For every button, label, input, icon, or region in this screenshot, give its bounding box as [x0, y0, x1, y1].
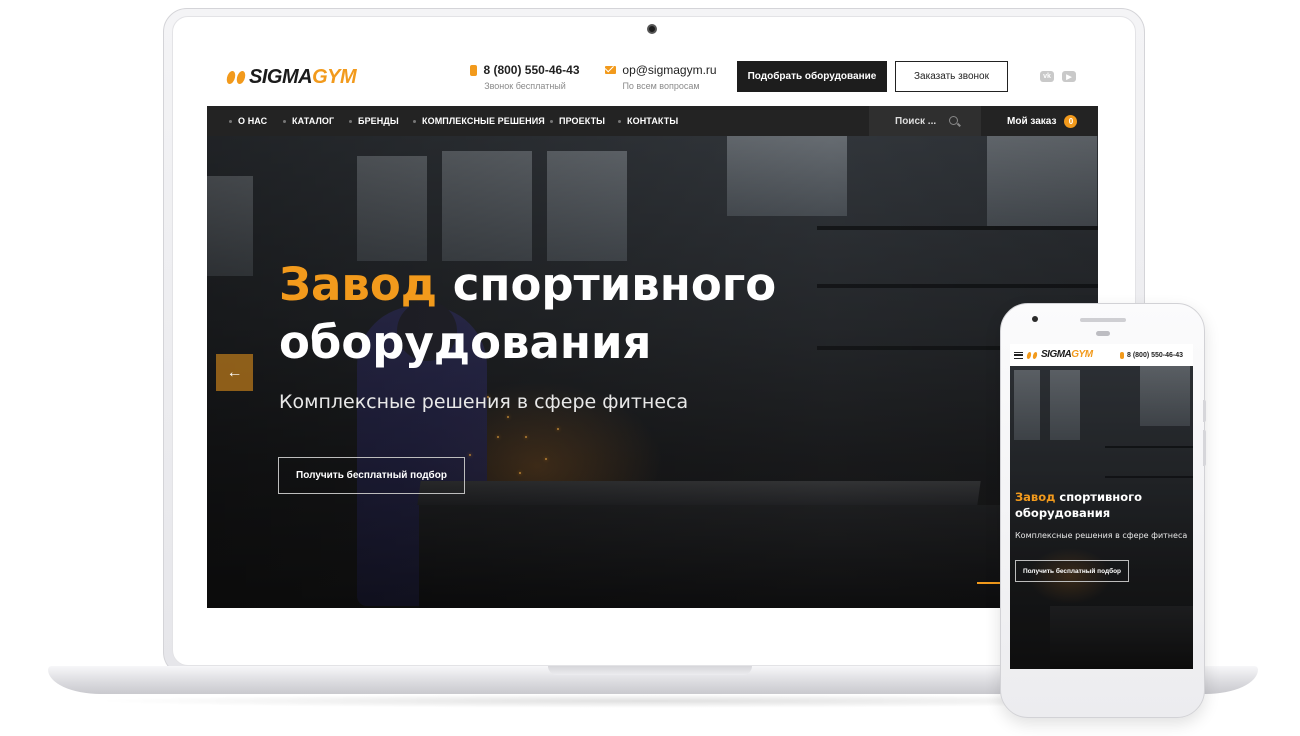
bullet-icon [283, 119, 286, 123]
request-call-button[interactable]: Заказать звонок [895, 61, 1008, 92]
my-order-label: Мой заказ [1007, 115, 1057, 127]
header-phone: 8 (800) 550-46-43 Звонок бесплатный [463, 63, 587, 91]
search-input[interactable]: Поиск ... [869, 106, 981, 136]
header-email-address[interactable]: op@sigmagym.ru [622, 63, 716, 77]
mobile-logo[interactable]: SIGMAGYM [1026, 349, 1093, 360]
nav-item-label: О НАС [238, 116, 268, 126]
hero-subtitle: Комплексные решения в сфере фитнеса [279, 391, 689, 413]
logo-text-gym: GYM [312, 66, 357, 88]
search-icon[interactable] [949, 116, 958, 125]
hero-title-line2: оборудования [279, 316, 652, 369]
mobile-website: SIGMAGYM 8 (800) 550-46-43 Завод спортив… [1010, 344, 1193, 669]
pick-equipment-button[interactable]: Подобрать оборудование [737, 61, 887, 92]
bullet-icon [349, 119, 352, 123]
main-nav: О НАС КАТАЛОГ БРЕНДЫ КОМПЛЕКСНЫЕ РЕШЕНИЯ… [207, 106, 1098, 136]
bullet-icon [229, 119, 232, 123]
nav-item-catalog[interactable]: КАТАЛОГ [283, 106, 334, 136]
vk-icon[interactable]: vk [1040, 71, 1054, 82]
header-phone-caption: Звонок бесплатный [484, 81, 566, 91]
hero-banner: ← Завод спортивного оборудования Комплек… [207, 136, 1098, 608]
mobile-hero: Завод спортивного оборудования Комплексн… [1010, 366, 1193, 669]
phone-sensor [1096, 331, 1110, 336]
mobile-free-selection-button[interactable]: Получить бесплатный подбор [1015, 560, 1129, 582]
slider-prev-button[interactable]: ← [216, 354, 253, 391]
logo-text-sigma: SIGMA [249, 66, 313, 88]
phone-icon [470, 64, 478, 76]
header-email: op@sigmagym.ru По всем вопросам [603, 63, 719, 91]
logo-text-sigma: SIGMA [1041, 349, 1072, 360]
mail-icon [605, 66, 617, 74]
hero-title-highlight: Завод [279, 258, 438, 311]
nav-item-brands[interactable]: БРЕНДЫ [349, 106, 399, 136]
header-phone-number[interactable]: 8 (800) 550-46-43 [483, 63, 579, 77]
nav-item-label: БРЕНДЫ [358, 116, 399, 126]
mobile-hero-subtitle: Комплексные решения в сфере фитнеса [1015, 531, 1188, 540]
nav-item-solutions[interactable]: КОМПЛЕКСНЫЕ РЕШЕНИЯ [413, 106, 545, 136]
nav-item-label: КОМПЛЕКСНЫЕ РЕШЕНИЯ [422, 116, 545, 126]
menu-icon[interactable] [1014, 352, 1023, 359]
header-email-caption: По всем вопросам [622, 81, 700, 91]
mobile-phone-number: 8 (800) 550-46-43 [1127, 352, 1184, 359]
site-logo[interactable]: SIGMAGYM [225, 65, 357, 89]
mobile-phone[interactable]: 8 (800) 550-46-43 [1120, 352, 1183, 359]
site-header: SIGMAGYM 8 (800) 550-46-43 Звонок беспла… [207, 48, 1098, 106]
bullet-icon [550, 119, 553, 123]
phone-side-button [1203, 400, 1206, 422]
nav-item-contacts[interactable]: КОНТАКТЫ [618, 106, 678, 136]
search-placeholder: Поиск ... [895, 115, 937, 127]
nav-item-label: КАТАЛОГ [292, 116, 335, 126]
mobile-hero-title: Завод спортивного оборудования [1015, 489, 1142, 521]
nav-item-label: ПРОЕКТЫ [559, 116, 606, 126]
phone-icon [1120, 352, 1124, 359]
phone-camera [1032, 316, 1038, 322]
logo-text-gym: GYM [1071, 349, 1093, 360]
my-order-link[interactable]: Мой заказ 0 [1007, 106, 1078, 136]
nav-item-projects[interactable]: ПРОЕКТЫ [550, 106, 605, 136]
logo-mark-icon [1026, 351, 1038, 359]
free-selection-button[interactable]: Получить бесплатный подбор [278, 457, 465, 494]
logo-mark-icon [225, 70, 247, 84]
nav-item-label: КОНТАКТЫ [627, 116, 679, 126]
youtube-icon[interactable]: ▶ [1062, 71, 1076, 82]
order-count-badge: 0 [1064, 114, 1078, 128]
mobile-hero-title-line1: спортивного [1055, 490, 1143, 504]
mobile-header: SIGMAGYM 8 (800) 550-46-43 [1010, 344, 1193, 366]
desktop-website: SIGMAGYM 8 (800) 550-46-43 Звонок беспла… [207, 48, 1098, 608]
nav-item-about[interactable]: О НАС [229, 106, 267, 136]
bullet-icon [413, 119, 416, 123]
mobile-hero-title-highlight: Завод [1015, 490, 1056, 504]
phone-side-button [1203, 430, 1206, 466]
mobile-hero-title-line2: оборудования [1015, 506, 1111, 520]
hero-overlay [207, 136, 1098, 608]
hero-title: Завод спортивного оборудования [279, 256, 776, 372]
laptop-notch [548, 666, 752, 675]
hero-title-line1: спортивного [437, 258, 777, 311]
phone-speaker [1080, 318, 1126, 322]
laptop-camera [647, 24, 657, 34]
bullet-icon [618, 119, 621, 123]
